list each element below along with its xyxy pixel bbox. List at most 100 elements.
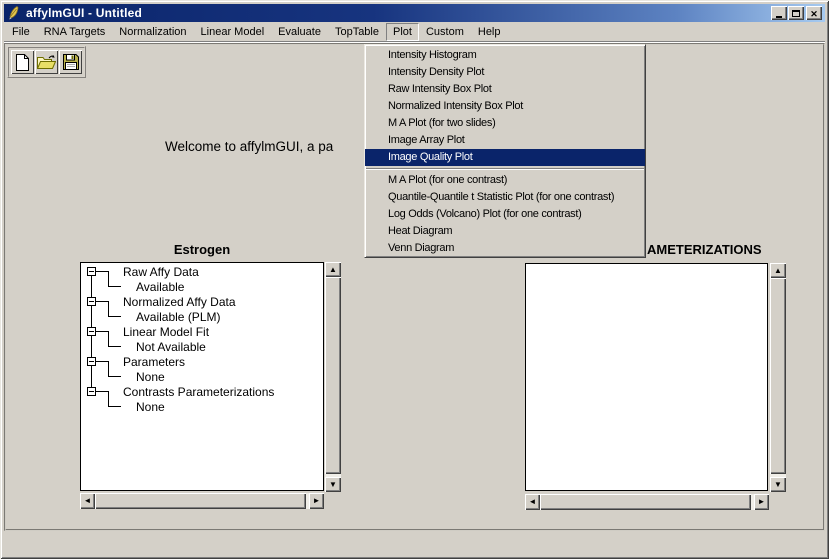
menu-item-normalized-intensity-box-plot[interactable]: Normalized Intensity Box Plot xyxy=(365,98,645,115)
tree-line xyxy=(108,346,121,347)
title-bar[interactable]: affylmGUI - Untitled xyxy=(4,4,825,22)
menu-item-log-odds-volcano-plot[interactable]: Log Odds (Volcano) Plot (for one contras… xyxy=(365,206,645,223)
minimize-button[interactable] xyxy=(771,6,787,20)
left-horizontal-scrollbar[interactable] xyxy=(80,493,324,509)
tree-item-label[interactable]: Linear Model Fit xyxy=(123,325,209,340)
tree-line xyxy=(96,271,108,272)
menu-item-heat-diagram[interactable]: Heat Diagram xyxy=(365,223,645,240)
menu-item-qq-t-statistic-plot[interactable]: Quantile-Quantile t Statistic Plot (for … xyxy=(365,189,645,206)
maximize-icon xyxy=(792,10,800,17)
welcome-text: Welcome to affylmGUI, a pa xyxy=(165,139,333,154)
tree-line xyxy=(91,336,92,357)
menu-help[interactable]: Help xyxy=(471,23,508,41)
scroll-right-icon[interactable] xyxy=(754,494,769,510)
scroll-left-icon[interactable] xyxy=(525,494,540,510)
menu-linear-model[interactable]: Linear Model xyxy=(194,23,272,41)
menu-item-intensity-histogram[interactable]: Intensity Histogram xyxy=(365,47,645,64)
collapse-minus-icon[interactable] xyxy=(87,387,96,396)
tree-line xyxy=(108,316,121,317)
menu-bar: File RNA Targets Normalization Linear Mo… xyxy=(4,22,825,42)
right-horizontal-scrollbar[interactable] xyxy=(525,494,769,510)
left-panel-title: Estrogen xyxy=(80,242,324,257)
menu-toptable[interactable]: TopTable xyxy=(328,23,386,41)
scrollbar-thumb[interactable] xyxy=(325,277,341,474)
menu-rna-targets[interactable]: RNA Targets xyxy=(37,23,113,41)
tree-line xyxy=(96,361,108,362)
app-feather-icon xyxy=(7,6,21,20)
application-window: affylmGUI - Untitled File RNA Targets No… xyxy=(0,0,829,559)
scrollbar-thumb[interactable] xyxy=(95,493,306,509)
menu-item-ma-plot-one-contrast[interactable]: M A Plot (for one contrast) xyxy=(365,172,645,189)
collapse-minus-icon[interactable] xyxy=(87,327,96,336)
scroll-up-icon[interactable] xyxy=(325,262,341,277)
tree-item-label[interactable]: Raw Affy Data xyxy=(123,265,199,280)
tree-item-label[interactable]: Normalized Affy Data xyxy=(123,295,236,310)
menu-item-ma-plot-two-slides[interactable]: M A Plot (for two slides) xyxy=(365,115,645,132)
scroll-left-icon[interactable] xyxy=(80,493,95,509)
window-title: affylmGUI - Untitled xyxy=(26,6,142,20)
tree-item-status[interactable]: Not Available xyxy=(136,340,206,355)
tree-item-status[interactable]: None xyxy=(136,370,165,385)
scroll-down-icon[interactable] xyxy=(770,477,786,492)
close-button[interactable] xyxy=(806,6,822,20)
tree-line xyxy=(108,331,109,347)
tree-item-label[interactable]: Parameters xyxy=(123,355,185,370)
tree-line xyxy=(96,391,108,392)
contrasts-listbox[interactable] xyxy=(525,263,768,491)
scrollbar-thumb[interactable] xyxy=(770,278,786,474)
save-file-button[interactable] xyxy=(59,50,82,74)
dataset-tree: Raw Affy Data Available Normalized Affy … xyxy=(81,263,323,415)
toolbar xyxy=(7,46,86,78)
maximize-button[interactable] xyxy=(788,6,804,20)
menu-item-intensity-density-plot[interactable]: Intensity Density Plot xyxy=(365,64,645,81)
collapse-minus-icon[interactable] xyxy=(87,267,96,276)
tree-item-status[interactable]: None xyxy=(136,400,165,415)
tree-node-linear-model-fit[interactable]: Linear Model Fit Not Available xyxy=(83,325,323,355)
tree-node-normalized-affy-data[interactable]: Normalized Affy Data Available (PLM) xyxy=(83,295,323,325)
dataset-tree-listbox[interactable]: Raw Affy Data Available Normalized Affy … xyxy=(80,262,324,491)
menu-normalization[interactable]: Normalization xyxy=(112,23,193,41)
scrollbar-thumb[interactable] xyxy=(540,494,751,510)
menu-file[interactable]: File xyxy=(5,23,37,41)
menu-item-raw-intensity-box-plot[interactable]: Raw Intensity Box Plot xyxy=(365,81,645,98)
right-vertical-scrollbar[interactable] xyxy=(770,263,786,492)
scroll-down-icon[interactable] xyxy=(325,477,341,492)
tree-line xyxy=(96,331,108,332)
open-folder-icon xyxy=(37,55,56,70)
menu-plot[interactable]: Plot xyxy=(386,23,419,41)
left-vertical-scrollbar[interactable] xyxy=(325,262,341,492)
tree-line xyxy=(108,376,121,377)
menu-evaluate[interactable]: Evaluate xyxy=(271,23,328,41)
tree-line xyxy=(108,406,121,407)
menu-separator xyxy=(366,168,644,170)
menu-item-venn-diagram[interactable]: Venn Diagram xyxy=(365,240,645,257)
close-icon xyxy=(810,4,818,22)
collapse-minus-icon[interactable] xyxy=(87,297,96,306)
tree-line xyxy=(91,276,92,297)
collapse-minus-icon[interactable] xyxy=(87,357,96,366)
right-panel-title: AMETERIZATIONS xyxy=(647,242,762,257)
tree-line xyxy=(108,286,121,287)
save-floppy-icon xyxy=(63,54,79,70)
open-file-button[interactable] xyxy=(35,50,58,74)
tree-line xyxy=(96,301,108,302)
tree-node-parameters[interactable]: Parameters None xyxy=(83,355,323,385)
tree-item-status[interactable]: Available (PLM) xyxy=(136,310,220,325)
tree-line xyxy=(108,301,109,317)
tree-node-raw-affy-data[interactable]: Raw Affy Data Available xyxy=(83,265,323,295)
new-document-icon xyxy=(15,54,30,71)
menu-custom[interactable]: Custom xyxy=(419,23,471,41)
plot-dropdown-menu: Intensity Histogram Intensity Density Pl… xyxy=(364,44,646,258)
new-file-button[interactable] xyxy=(11,50,34,74)
tree-line xyxy=(108,271,109,287)
tree-line xyxy=(108,361,109,377)
menu-item-image-quality-plot[interactable]: Image Quality Plot xyxy=(365,149,645,166)
scroll-up-icon[interactable] xyxy=(770,263,786,278)
tree-line xyxy=(108,391,109,407)
tree-item-status[interactable]: Available xyxy=(136,280,184,295)
minimize-icon xyxy=(776,16,782,18)
scroll-right-icon[interactable] xyxy=(309,493,324,509)
menu-item-image-array-plot[interactable]: Image Array Plot xyxy=(365,132,645,149)
tree-item-label[interactable]: Contrasts Parameterizations xyxy=(123,385,274,400)
tree-node-contrasts-parameterizations[interactable]: Contrasts Parameterizations None xyxy=(83,385,323,415)
